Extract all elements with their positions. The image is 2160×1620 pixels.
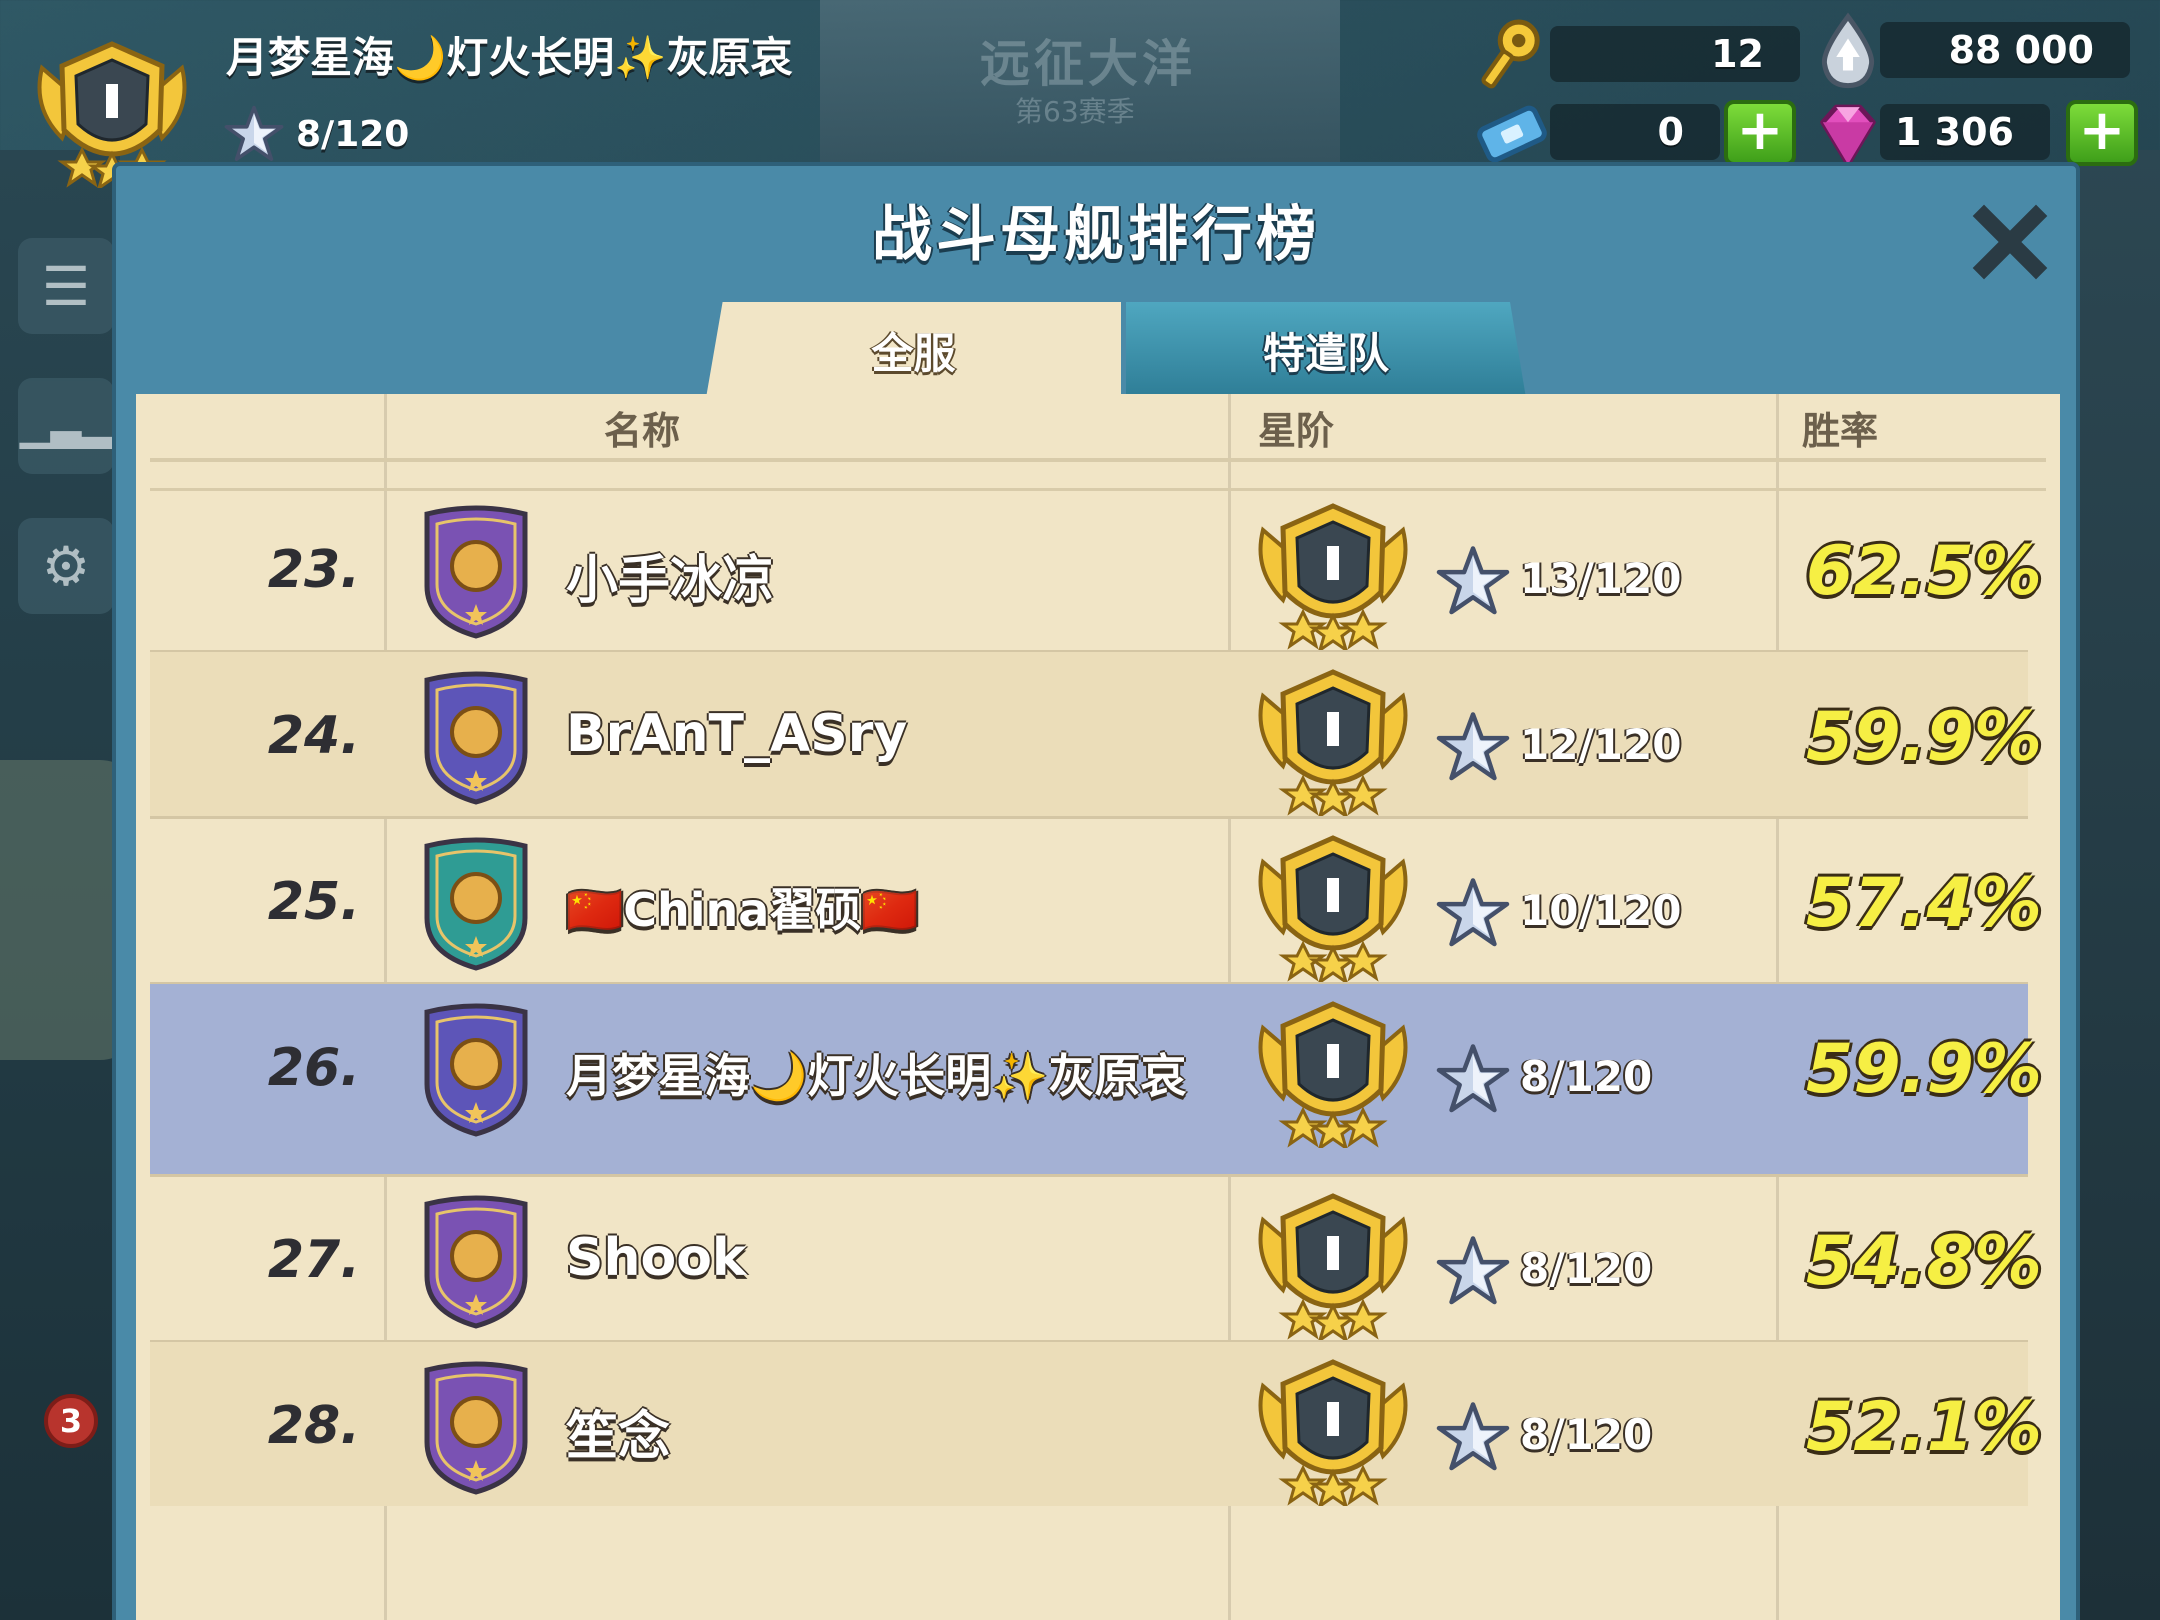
hamburger-icon: ☰ [41,254,91,318]
plus-icon: + [1736,98,1784,163]
leaderboard-row[interactable]: 28. 笙念 8/120 52.1% [150,1342,2042,1506]
tab-task-force[interactable]: 特遣队 [1126,302,1526,398]
leaderboard-row[interactable]: 27. Shook 8/120 54.8% [150,1176,2042,1340]
tab-all-servers[interactable]: 全服 [706,302,1121,398]
leaderboard-row[interactable]: 24. BrAnT_ASry 12/120 59.9% [150,652,2042,816]
row-rank: 25. [267,872,360,932]
leaderboard-row[interactable]: 25. 🇨🇳China翟硕🇨🇳 10/120 57.4% [150,818,2042,982]
row-win-rate: 62.5% [1806,532,2042,611]
alliance-shield-icon [424,505,528,639]
row-player-name: 笙念 [566,1407,671,1467]
row-star-count: 10/120 [1520,886,1682,935]
star-icon [224,104,284,164]
leaderboard-table: 名称 星阶 胜率 23. 小手冰凉 13/120 62.5% 24. BrAnT_ASry… [136,394,2060,1620]
row-player-name: 🇨🇳China翟硕🇨🇳 [566,883,919,937]
row-player-name: BrAnT_ASry [566,704,908,764]
star-icon [1436,710,1510,784]
row-win-rate: 57.4% [1806,864,2042,943]
leaderboard-row[interactable]: 23. 小手冰凉 13/120 62.5% [150,486,2042,650]
intel-drop-icon [1821,12,1875,89]
row-star-count: 13/120 [1520,554,1682,603]
player-name: 月梦星海🌙灯火长明✨灰原哀 [226,33,793,82]
keys-counter: 12 [1550,26,1800,82]
rank-emblem-icon [1242,1356,1424,1506]
leaderboard-row-self[interactable]: 26. 月梦星海🌙灯火长明✨灰原哀 8/120 59.9% [150,984,2042,1174]
star-icon [1436,1042,1510,1116]
alliance-shield-icon [424,1003,528,1137]
row-player-name: 小手冰凉 [566,551,775,611]
row-star-count: 8/120 [1520,1244,1653,1293]
rank-emblem-icon [1242,832,1424,982]
key-icon [1481,19,1540,89]
rank-emblem-icon [1242,1190,1424,1340]
row-rank: 26. [267,1038,360,1098]
table-header: 名称 星阶 胜率 [136,394,2060,453]
star-icon [1436,1234,1510,1308]
header-divider [150,458,2046,462]
menu-button[interactable]: ☰ [18,238,114,334]
row-win-rate: 59.9% [1806,1030,2042,1109]
alliance-shield-icon [424,1195,528,1329]
plus-icon: + [2078,98,2126,163]
star-icon [1436,876,1510,950]
row-star-count: 12/120 [1520,720,1682,769]
podium-icon: ▁▃▂ [19,403,113,449]
close-icon [1972,204,2048,280]
diamonds-counter: 1 306 [1880,104,2050,160]
row-rank: 27. [267,1230,360,1290]
row-star-count: 8/120 [1520,1052,1653,1101]
alliance-shield-icon [424,671,528,805]
event-subtitle: 第63赛季 [1015,95,1135,128]
row-rank: 24. [267,706,360,766]
row-star-count: 8/120 [1520,1410,1653,1459]
player-star-progress: 8/120 [224,104,409,164]
intel-counter: 88 000 [1880,22,2130,78]
background-right-scenery [2080,150,2160,1620]
close-button[interactable] [1964,196,2056,288]
player-star-count: 8/120 [296,113,410,155]
leaderboard-button[interactable]: ▁▃▂ [18,378,114,474]
row-win-rate: 59.9% [1806,698,2042,777]
row-rank: 23. [267,540,360,600]
row-rank: 28. [267,1396,360,1456]
notification-badge: 3 [44,1394,98,1448]
row-player-name: 月梦星海🌙灯火长明✨灰原哀 [566,1049,1187,1103]
column-header-rank: 星阶 [1258,409,1335,453]
row-player-name: Shook [566,1228,747,1288]
buy-diamonds-button[interactable]: + [2066,100,2138,166]
rank-emblem-icon [1242,998,1424,1148]
leaderboard-panel: 战斗母舰排行榜 全服 特遣队 名称 星阶 胜率 23. 小手冰凉 13/120 62.… [112,162,2080,1620]
row-win-rate: 52.1% [1806,1388,2042,1467]
alliance-shield-icon [424,1361,528,1495]
alliance-shield-icon [424,837,528,971]
panel-title: 战斗母舰排行榜 [872,200,1320,270]
buy-tickets-button[interactable]: + [1724,100,1796,166]
column-header-name: 名称 [604,409,681,453]
gear-icon: ⚙ [41,534,91,598]
rank-emblem-icon [1242,500,1424,650]
tickets-counter: 0 [1550,104,1720,160]
event-title: 远征大洋 [980,35,1196,93]
column-header-win-rate: 胜率 [1802,409,1879,453]
star-icon [1436,544,1510,618]
row-win-rate: 54.8% [1806,1222,2042,1301]
settings-button[interactable]: ⚙ [18,518,114,614]
rank-emblem-icon [1242,666,1424,816]
star-icon [1436,1400,1510,1474]
